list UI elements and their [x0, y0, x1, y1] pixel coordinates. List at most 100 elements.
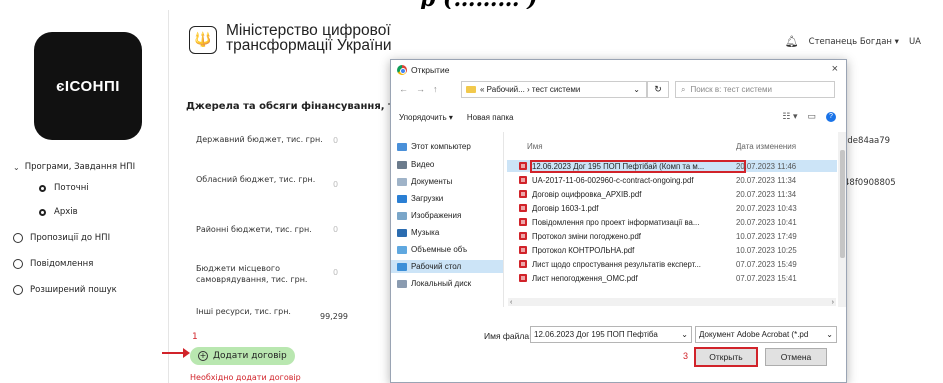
horizontal-scrollbar[interactable]: ‹ › — [508, 298, 836, 306]
image-icon — [397, 211, 407, 220]
local-budget-value[interactable]: 0 — [333, 268, 338, 277]
radio-icon — [13, 233, 23, 243]
filename-label: Имя файла: — [484, 331, 532, 341]
desktop-icon — [397, 262, 407, 271]
pdf-icon — [519, 204, 527, 212]
app-logo[interactable]: єІСОНПІ — [34, 32, 142, 140]
vertical-scrollbar[interactable] — [838, 132, 846, 307]
regional-budget-label: Обласний бюджет, тис. грн. — [196, 175, 316, 184]
sidebar-item-programs[interactable]: ⌄ Програми, Завдання НПІ — [13, 162, 135, 172]
open-button[interactable]: Открыть — [694, 347, 758, 367]
sidebar-item-advanced-search[interactable]: Розширений пошук — [13, 285, 117, 295]
local-budget-label: Бюджети місцевого самоврядування, тис. г… — [196, 264, 308, 284]
file-row[interactable]: Лист непогодження_ОМС.pdf 07.07.2023 15:… — [507, 272, 837, 284]
file-open-dialog: Открытие × ← → ↑ « Рабочий... › тест сис… — [390, 59, 847, 383]
file-row-selected[interactable]: 12.06.2023 Дог 195 ПОП Пефтібай (Комп та… — [507, 159, 837, 173]
file-row[interactable]: UA-2017-11-06-002960-c-contract-ongoing.… — [507, 174, 837, 186]
tree-item-this-pc[interactable]: Этот компьютер — [397, 142, 471, 151]
language-switch[interactable]: UA — [909, 37, 921, 47]
dialog-toolbar: Упорядочить ▾ Новая папка — [399, 113, 513, 122]
search-input[interactable]: ⌕ Поиск в: тест системи — [675, 81, 835, 98]
tree-item-documents[interactable]: Документы — [397, 177, 452, 186]
sidebar-item-current[interactable]: Поточні — [39, 183, 89, 193]
regional-budget-value[interactable]: 0 — [333, 180, 338, 189]
view-mode-icon[interactable]: ☷ ▾ — [782, 111, 797, 122]
sidebar-item-archive[interactable]: Архів — [39, 207, 78, 217]
new-folder-button[interactable]: Новая папка — [467, 113, 514, 122]
file-row[interactable]: Лист щодо спростування результатів експе… — [507, 258, 837, 270]
download-icon — [397, 194, 407, 203]
tree-item-images[interactable]: Изображения — [397, 211, 461, 220]
tree-item-local-disk[interactable]: Локальный диск — [397, 279, 471, 288]
chevron-down-icon[interactable]: ⌄ — [826, 330, 833, 339]
record-code: 48f0908805 — [844, 178, 896, 188]
add-contract-button[interactable]: + Додати договір — [190, 347, 295, 365]
tree-item-downloads[interactable]: Загрузки — [397, 194, 443, 203]
forward-arrow-icon[interactable]: → — [416, 84, 425, 94]
file-row[interactable]: Протокол КОНТРОЛЬНА.pdf 10.07.2023 10:25 — [507, 244, 837, 256]
close-icon[interactable]: × — [832, 63, 838, 75]
sidebar-item-label: Поточні — [54, 183, 89, 193]
tree-item-music[interactable]: Музыка — [397, 228, 439, 237]
video-icon — [397, 160, 407, 169]
state-budget-value[interactable]: 0 — [333, 136, 338, 145]
validation-warning: Необхідно додати договір — [190, 373, 301, 382]
pdf-icon — [519, 274, 527, 282]
file-row[interactable]: Повідомлення про проект інформатизації в… — [507, 216, 837, 228]
radio-icon — [13, 259, 23, 269]
tree-item-3d-objects[interactable]: Объемные объ — [397, 245, 467, 254]
organize-button[interactable]: Упорядочить ▾ — [399, 113, 453, 122]
state-budget-label: Державний бюджет, тис. грн. — [196, 135, 323, 144]
sidebar-item-proposals[interactable]: Пропозиції до НПІ — [13, 233, 110, 243]
column-header-name[interactable]: Имя — [527, 142, 543, 151]
sidebar: єІСОНПІ ⌄ Програми, Завдання НПІ Поточні… — [9, 10, 169, 383]
cut-caption: р (……… ) — [420, 0, 538, 9]
sidebar-item-label: Програми, Завдання НПІ — [24, 162, 136, 172]
section-title: Джерела та обсяги фінансування, тис — [186, 101, 407, 112]
file-list: 12.06.2023 Дог 195 ПОП Пефтібай (Комп та… — [507, 155, 837, 305]
district-budget-value[interactable]: 0 — [333, 225, 338, 234]
tree-item-video[interactable]: Видео — [397, 160, 434, 169]
help-icon[interactable]: ? — [826, 111, 836, 122]
preview-pane-icon[interactable]: ▭ — [807, 111, 816, 122]
scroll-thumb[interactable] — [840, 150, 845, 258]
refresh-icon[interactable]: ↻ — [647, 81, 669, 98]
bell-icon[interactable]: 🔔︎ — [785, 35, 799, 48]
view-controls: ☷ ▾ ▭ ? — [782, 111, 836, 122]
chevron-right-icon[interactable]: › — [832, 299, 834, 306]
tree-item-desktop[interactable]: Рабочий стол — [391, 260, 503, 273]
sidebar-item-label: Пропозиції до НПІ — [30, 233, 111, 243]
sidebar-item-label: Архів — [54, 207, 78, 217]
chevron-down-icon[interactable]: ⌄ — [633, 85, 640, 94]
top-cut-strip: р (……… ) — [0, 0, 943, 9]
chevron-down-icon[interactable]: ⌄ — [681, 330, 688, 339]
file-row[interactable]: Договір 1603-1.pdf 20.07.2023 10:43 — [507, 202, 837, 214]
other-resources-value[interactable]: 99,299 — [320, 312, 348, 321]
step-marker: 1 — [192, 332, 198, 342]
dialog-titlebar: Открытие — [397, 65, 449, 75]
file-row[interactable]: Протокол зміни погоджено.pdf 10.07.2023 … — [507, 230, 837, 242]
sidebar-item-messages[interactable]: Повідомлення — [13, 259, 93, 269]
sidebar-item-label: Повідомлення — [30, 259, 94, 269]
up-arrow-icon[interactable]: ↑ — [433, 84, 438, 94]
column-header-date[interactable]: Дата изменения — [736, 142, 796, 151]
filename-input[interactable]: 12.06.2023 Дог 195 ПОП Пефтіба ⌄ — [530, 326, 692, 343]
music-icon — [397, 228, 407, 237]
search-icon: ⌕ — [681, 84, 686, 94]
filetype-select[interactable]: Документ Adobe Acrobat (*.pd ⌄ — [695, 326, 837, 343]
cancel-button[interactable]: Отмена — [765, 348, 827, 366]
file-row[interactable]: Договір оцифровка_АРХІВ.pdf 20.07.2023 1… — [507, 188, 837, 200]
chrome-icon — [397, 65, 407, 75]
ministry-title: Міністерство цифрової трансформації Укра… — [226, 22, 392, 54]
user-menu[interactable]: Степанець Богдан ▾ — [809, 37, 899, 47]
chevron-left-icon[interactable]: ‹ — [510, 299, 512, 306]
radio-icon — [39, 208, 46, 216]
pdf-icon — [519, 218, 527, 226]
sidebar-item-label: Розширений пошук — [30, 285, 117, 295]
back-arrow-icon[interactable]: ← — [399, 84, 408, 94]
address-bar[interactable]: « Рабочий... › тест системи ⌄ — [461, 81, 647, 98]
pdf-icon — [519, 176, 527, 184]
trident-icon: 🔱 — [189, 26, 217, 54]
step-marker: 3 — [683, 351, 689, 361]
user-area: 🔔︎ Степанець Богдан ▾ UA — [785, 35, 921, 48]
